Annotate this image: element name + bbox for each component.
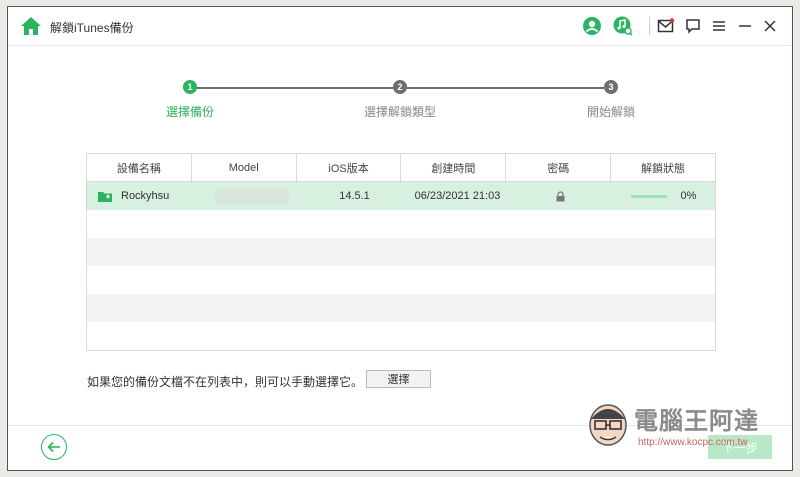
folder-icon	[98, 191, 112, 202]
home-icon[interactable]	[20, 16, 42, 36]
table-row-empty	[87, 266, 715, 294]
column-header-ios-version[interactable]: iOS版本	[297, 154, 402, 181]
lock-icon	[556, 190, 565, 201]
minimize-icon[interactable]	[735, 16, 755, 36]
choose-button[interactable]: 選擇	[366, 370, 431, 388]
menu-icon[interactable]	[709, 16, 729, 36]
arrow-left-icon	[47, 441, 60, 453]
music-search-icon[interactable]	[613, 16, 633, 36]
mail-icon[interactable]	[656, 16, 676, 36]
table-row-empty	[87, 294, 715, 322]
user-icon[interactable]	[582, 16, 602, 36]
step-3-label: 開始解鎖	[586, 105, 636, 119]
close-icon[interactable]	[760, 16, 780, 36]
feedback-icon[interactable]	[683, 16, 703, 36]
device-name: Rockyhsu	[121, 190, 170, 202]
back-button[interactable]	[41, 434, 67, 460]
app-title: 解鎖iTunes備份	[50, 21, 134, 35]
column-header-model[interactable]: Model	[192, 154, 297, 181]
model-redacted	[214, 188, 289, 204]
table-row-empty	[87, 238, 715, 266]
column-header-password[interactable]: 密碼	[506, 154, 612, 181]
table-row-empty	[87, 322, 715, 350]
column-header-created-time[interactable]: 創建時間	[401, 154, 507, 181]
manual-select-hint: 如果您的備份文檔不在列表中，則可以手動選擇它。	[87, 375, 364, 389]
cell-model	[200, 182, 303, 210]
title-bar: 解鎖iTunes備份	[8, 7, 792, 45]
toolbar-separator	[649, 17, 650, 35]
step-1-dot: 1	[183, 80, 197, 94]
step-connector-2	[406, 87, 604, 89]
cell-device-name: Rockyhsu	[87, 182, 200, 210]
step-3-dot: 3	[604, 80, 618, 94]
column-header-device-name[interactable]: 設備名稱	[87, 154, 192, 181]
footer-divider	[8, 425, 792, 426]
table-row-empty	[87, 210, 715, 238]
step-2-label: 選擇解鎖類型	[363, 105, 437, 119]
main-window: 解鎖iTunes備份 1 2 3 選擇備份 選擇解鎖類型 開始解鎖 設備名稱 M…	[7, 6, 793, 471]
cell-password	[509, 182, 612, 210]
column-header-unlock-status[interactable]: 解鎖狀態	[611, 154, 715, 181]
title-divider	[8, 45, 792, 46]
next-button[interactable]: 下一步	[708, 435, 772, 459]
watermark-title: 電腦王阿達	[634, 408, 759, 435]
table-header: 設備名稱 Model iOS版本 創建時間 密碼 解鎖狀態	[87, 154, 715, 182]
unlock-progress-bar	[630, 194, 667, 198]
backup-table: 設備名稱 Model iOS版本 創建時間 密碼 解鎖狀態 Rockyhsu 1…	[86, 153, 716, 351]
unlock-progress-text: 0%	[680, 190, 697, 202]
cell-created-time: 06/23/2021 21:03	[414, 190, 501, 202]
cell-ios-version: 14.5.1	[339, 190, 370, 202]
step-1-label: 選擇備份	[165, 105, 215, 119]
cell-unlock-status: 0%	[612, 182, 715, 210]
watermark-mascot-icon	[589, 404, 627, 446]
table-row[interactable]: Rockyhsu 14.5.1 06/23/2021 21:03 0%	[87, 182, 715, 210]
step-2-dot: 2	[393, 80, 407, 94]
step-connector-1	[196, 87, 394, 89]
